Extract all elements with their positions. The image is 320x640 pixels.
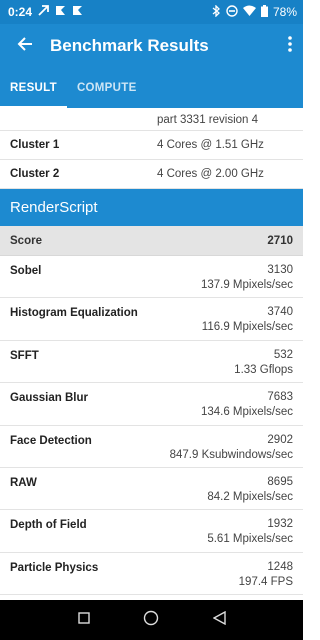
app-bar: Benchmark Results (0, 24, 303, 68)
benchmark-score: 8695 (267, 475, 293, 488)
battery-icon (260, 4, 268, 20)
tab-result[interactable]: RESULT (0, 68, 67, 108)
more-vert-icon (288, 35, 292, 57)
info-value: 4 Cores @ 1.51 GHz (157, 139, 264, 151)
benchmark-name: RAW (10, 476, 37, 489)
benchmark-name: Sobel (10, 265, 42, 277)
info-row: part 3331 revision 4 (0, 108, 303, 131)
overflow-menu-button[interactable] (277, 24, 303, 68)
benchmark-row: Depth of Field 1932 5.61 Mpixels/sec (0, 510, 303, 553)
wifi-icon (242, 5, 256, 19)
page-title: Benchmark Results (50, 36, 209, 55)
benchmark-score: 532 (273, 348, 293, 361)
benchmark-name: Histogram Equalization (10, 307, 138, 320)
info-value: 4 Cores @ 2.00 GHz (157, 168, 264, 180)
benchmark-row: Sobel 3130 137.9 Mpixels/sec (0, 256, 303, 299)
notification-flag-icon (55, 5, 66, 19)
recents-button[interactable] (69, 605, 99, 635)
benchmark-rate: 197.4 FPS (238, 575, 293, 588)
score-label: Score (10, 234, 42, 247)
benchmark-score: 1932 (267, 518, 293, 531)
info-label: Cluster 1 (10, 139, 60, 151)
results-list[interactable]: part 3331 revision 4 Cluster 1 4 Cores @… (0, 108, 303, 600)
benchmark-rate: 84.2 Mpixels/sec (207, 490, 293, 503)
benchmark-name: Gaussian Blur (10, 392, 88, 405)
notification-flag-icon (72, 5, 83, 19)
info-value: part 3331 revision 4 (157, 114, 259, 126)
benchmark-rate: 134.6 Mpixels/sec (200, 406, 293, 419)
battery-percentage: 78% (272, 5, 297, 19)
status-time: 0:24 (8, 5, 33, 19)
benchmark-row: Particle Physics 1248 197.4 FPS (0, 553, 303, 596)
benchmark-row: SFFT 532 1.33 Gflops (0, 341, 303, 384)
benchmark-rate: 116.9 Mpixels/sec (201, 321, 293, 334)
benchmark-name: Particle Physics (10, 561, 99, 574)
info-row: Cluster 2 4 Cores @ 2.00 GHz (0, 160, 303, 189)
circle-icon (143, 610, 159, 631)
arrow-back-icon (17, 36, 33, 57)
benchmark-score: 1248 (267, 560, 293, 573)
benchmark-row: Histogram Equalization 3740 116.9 Mpixel… (0, 298, 303, 341)
benchmark-score: 2902 (267, 433, 293, 446)
benchmark-rate: 137.9 Mpixels/sec (200, 279, 293, 291)
benchmark-name: SFFT (10, 349, 39, 362)
benchmark-rate: 847.9 Ksubwindows/sec (169, 448, 293, 461)
square-icon (78, 611, 90, 629)
home-button[interactable] (136, 605, 166, 635)
back-nav-button[interactable] (204, 605, 234, 635)
benchmark-score: 3740 (267, 306, 293, 319)
triangle-back-icon (212, 610, 226, 630)
info-label: Cluster 2 (10, 168, 60, 180)
benchmark-rate: 1.33 Gflops (234, 363, 293, 376)
do-not-disturb-icon (226, 4, 238, 20)
benchmark-score: 7683 (267, 391, 293, 404)
benchmark-rate: 5.61 Mpixels/sec (207, 533, 293, 546)
notification-arrow-icon (38, 5, 49, 19)
benchmark-row: RAW 8695 84.2 Mpixels/sec (0, 468, 303, 511)
benchmark-score: 3130 (267, 264, 293, 276)
tab-compute[interactable]: COMPUTE (67, 68, 147, 108)
benchmark-row: Face Detection 2902 847.9 Ksubwindows/se… (0, 426, 303, 468)
bluetooth-icon (212, 3, 221, 20)
system-nav-bar (0, 600, 303, 640)
score-row: Score 2710 (0, 226, 303, 256)
section-header: RenderScript (0, 189, 303, 226)
info-row: Cluster 1 4 Cores @ 1.51 GHz (0, 131, 303, 160)
tab-bar: RESULT COMPUTE (0, 68, 303, 108)
benchmark-name: Depth of Field (10, 519, 87, 532)
benchmark-row: Gaussian Blur 7683 134.6 Mpixels/sec (0, 383, 303, 426)
back-button[interactable] (0, 24, 50, 68)
status-bar: 0:24 78% (0, 0, 303, 24)
score-value: 2710 (267, 234, 293, 247)
benchmark-name: Face Detection (10, 434, 92, 447)
